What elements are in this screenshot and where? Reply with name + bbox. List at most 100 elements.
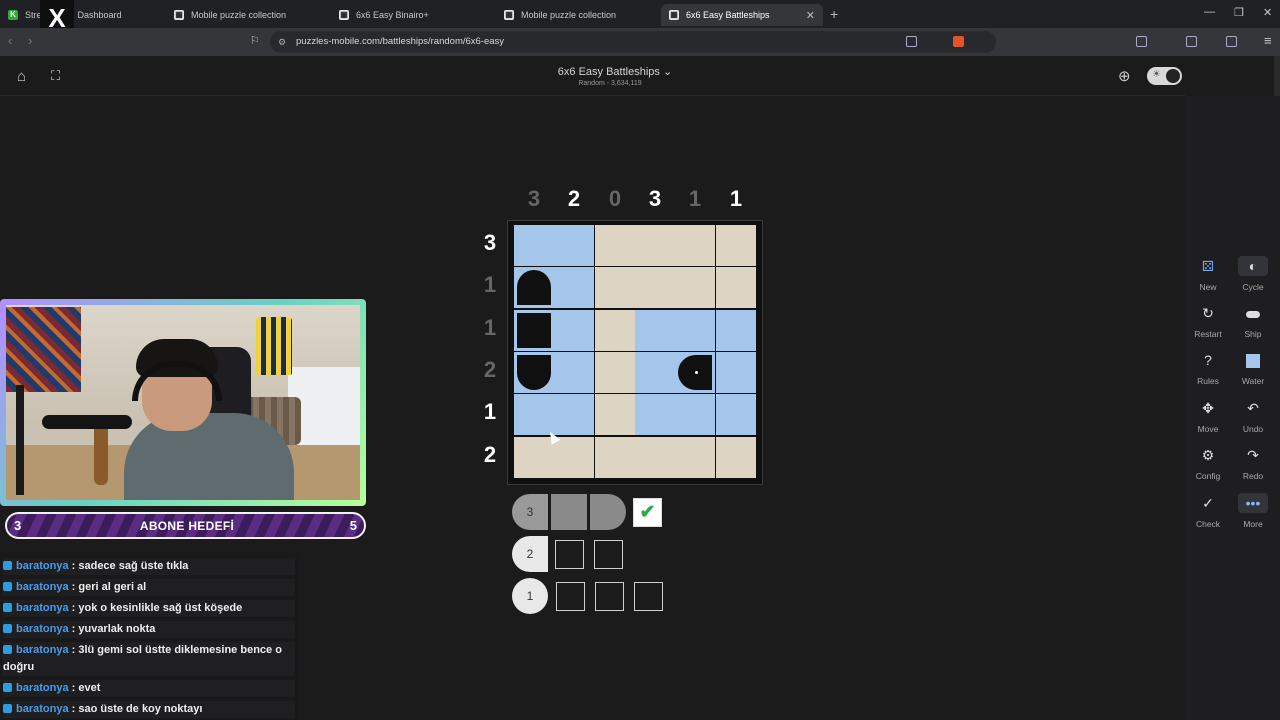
grid-cell[interactable] xyxy=(514,267,554,308)
grid-cell[interactable] xyxy=(716,394,756,435)
grid-cell[interactable] xyxy=(514,394,554,435)
more-label: More xyxy=(1243,519,1263,529)
grid-cell[interactable] xyxy=(514,352,554,393)
row-clue[interactable]: 2 xyxy=(478,357,502,383)
grid-cell[interactable] xyxy=(514,437,554,478)
new-tab-icon[interactable]: + xyxy=(830,6,838,22)
grid-cell[interactable] xyxy=(675,310,715,351)
grid-cell[interactable] xyxy=(554,352,594,393)
url-field[interactable]: ⚙ puzzles-mobile.com/battleships/random/… xyxy=(270,31,996,53)
help-icon: ? xyxy=(1204,352,1212,368)
new-button[interactable]: ⚄ New xyxy=(1185,256,1231,292)
water-button[interactable]: Water xyxy=(1230,350,1276,386)
grid-cell[interactable] xyxy=(635,225,675,266)
chat-text: : evet xyxy=(71,682,101,694)
grid-cell[interactable] xyxy=(716,267,756,308)
tab-battleships[interactable]: ▦ 6x6 Easy Battleships ✕ xyxy=(661,4,823,26)
grid-cell[interactable] xyxy=(554,225,594,266)
chat-user[interactable]: baratonya xyxy=(16,581,69,593)
undo-button[interactable]: ↶ Undo xyxy=(1230,398,1276,434)
config-button[interactable]: ⚙ Config xyxy=(1185,445,1231,481)
menu-icon[interactable]: ≡ xyxy=(1264,33,1272,48)
column-clue[interactable]: 1 xyxy=(716,186,756,212)
grid-cell[interactable] xyxy=(675,267,715,308)
row-clue[interactable]: 1 xyxy=(478,399,502,425)
grid-cell[interactable] xyxy=(554,394,594,435)
grid-cell[interactable] xyxy=(635,310,675,351)
forward-icon[interactable]: › xyxy=(28,33,32,48)
grid-cell[interactable] xyxy=(514,310,554,351)
grid-cell[interactable] xyxy=(635,352,675,393)
cycle-icon: ◐ xyxy=(1238,256,1268,276)
ship-button[interactable]: Ship xyxy=(1230,303,1276,339)
grid-cell[interactable] xyxy=(554,310,594,351)
redo-button[interactable]: ↷ Redo xyxy=(1230,445,1276,481)
badge-icon xyxy=(3,582,12,591)
chat-user[interactable]: baratonya xyxy=(16,682,69,694)
chat-user[interactable]: baratonya xyxy=(16,644,69,656)
close-icon[interactable]: ✕ xyxy=(806,9,815,22)
cycle-button[interactable]: ◐ Cycle xyxy=(1230,256,1276,292)
grid-cell[interactable] xyxy=(675,225,715,266)
grid-cell[interactable] xyxy=(595,267,635,308)
column-clue[interactable]: 2 xyxy=(554,186,594,212)
grid-cell[interactable] xyxy=(595,437,635,478)
extension-icon[interactable] xyxy=(1136,36,1147,47)
site-settings-icon[interactable]: ⚙ xyxy=(278,31,286,53)
back-icon[interactable]: ‹ xyxy=(8,33,12,48)
chat-user[interactable]: baratonya xyxy=(16,623,69,635)
brave-shield-icon[interactable] xyxy=(953,36,964,47)
grid-cell[interactable] xyxy=(675,437,715,478)
home-icon[interactable]: ⌂ xyxy=(17,68,26,85)
column-clue[interactable]: 0 xyxy=(595,186,635,212)
tab-mobile-puzzle-1[interactable]: ▦ Mobile puzzle collection xyxy=(166,4,326,26)
grid-cell[interactable] xyxy=(635,394,675,435)
more-button[interactable]: ••• More xyxy=(1230,493,1276,529)
chat-user[interactable]: baratonya xyxy=(16,602,69,614)
grid-cell[interactable] xyxy=(514,225,554,266)
grid-cell[interactable] xyxy=(716,225,756,266)
theme-toggle[interactable]: ☀ xyxy=(1147,67,1182,85)
grid-cell[interactable] xyxy=(675,394,715,435)
restart-button[interactable]: ↻ Restart xyxy=(1185,303,1231,339)
grid-cell[interactable] xyxy=(554,437,594,478)
toggle-knob xyxy=(1166,69,1180,83)
grid-cell[interactable] xyxy=(635,437,675,478)
tab-mobile-puzzle-2[interactable]: ▦ Mobile puzzle collection xyxy=(496,4,656,26)
grid-cell[interactable] xyxy=(635,267,675,308)
maximize-icon[interactable]: ❐ xyxy=(1234,6,1244,19)
fullscreen-icon[interactable]: ⛶ xyxy=(51,68,60,84)
move-button[interactable]: ✥ Move xyxy=(1185,398,1231,434)
column-clue[interactable]: 3 xyxy=(514,186,554,212)
chat-user[interactable]: baratonya xyxy=(16,560,69,572)
screenshot-icon[interactable] xyxy=(906,36,917,47)
tab-binairo[interactable]: ▦ 6x6 Easy Binairo+ xyxy=(331,4,491,26)
check-button[interactable]: ✓ Check xyxy=(1185,493,1231,529)
window-close-icon[interactable]: ✕ xyxy=(1263,6,1272,19)
grid-cell[interactable] xyxy=(595,394,635,435)
grid-cell[interactable] xyxy=(595,310,635,351)
tab-stream[interactable]: K Stre Dashboard xyxy=(0,4,160,26)
row-clue[interactable]: 1 xyxy=(478,315,502,341)
grid-cell[interactable] xyxy=(595,225,635,266)
rules-button[interactable]: ? Rules xyxy=(1185,350,1231,386)
row-clue[interactable]: 3 xyxy=(478,230,502,256)
undo-label: Undo xyxy=(1242,424,1264,434)
grid-cell[interactable] xyxy=(716,352,756,393)
grid-cell[interactable] xyxy=(595,352,635,393)
page-title[interactable]: 6x6 Easy Battleships ⌄ xyxy=(500,65,730,78)
sidebar-icon[interactable] xyxy=(1186,36,1197,47)
grid-cell[interactable] xyxy=(554,267,594,308)
column-clue[interactable]: 3 xyxy=(635,186,675,212)
grid-cell[interactable] xyxy=(675,352,715,393)
zoom-icon[interactable]: ⊕ xyxy=(1118,67,1131,85)
grid-cell[interactable] xyxy=(716,437,756,478)
row-clue[interactable]: 1 xyxy=(478,272,502,298)
row-clue[interactable]: 2 xyxy=(478,442,502,468)
wallet-icon[interactable] xyxy=(1226,36,1237,47)
bookmark-icon[interactable]: ⚐ xyxy=(250,34,260,47)
column-clue[interactable]: 1 xyxy=(675,186,715,212)
grid-cell[interactable] xyxy=(716,310,756,351)
chat-user[interactable]: baratonya xyxy=(16,703,69,715)
minimize-icon[interactable]: — xyxy=(1204,6,1215,18)
